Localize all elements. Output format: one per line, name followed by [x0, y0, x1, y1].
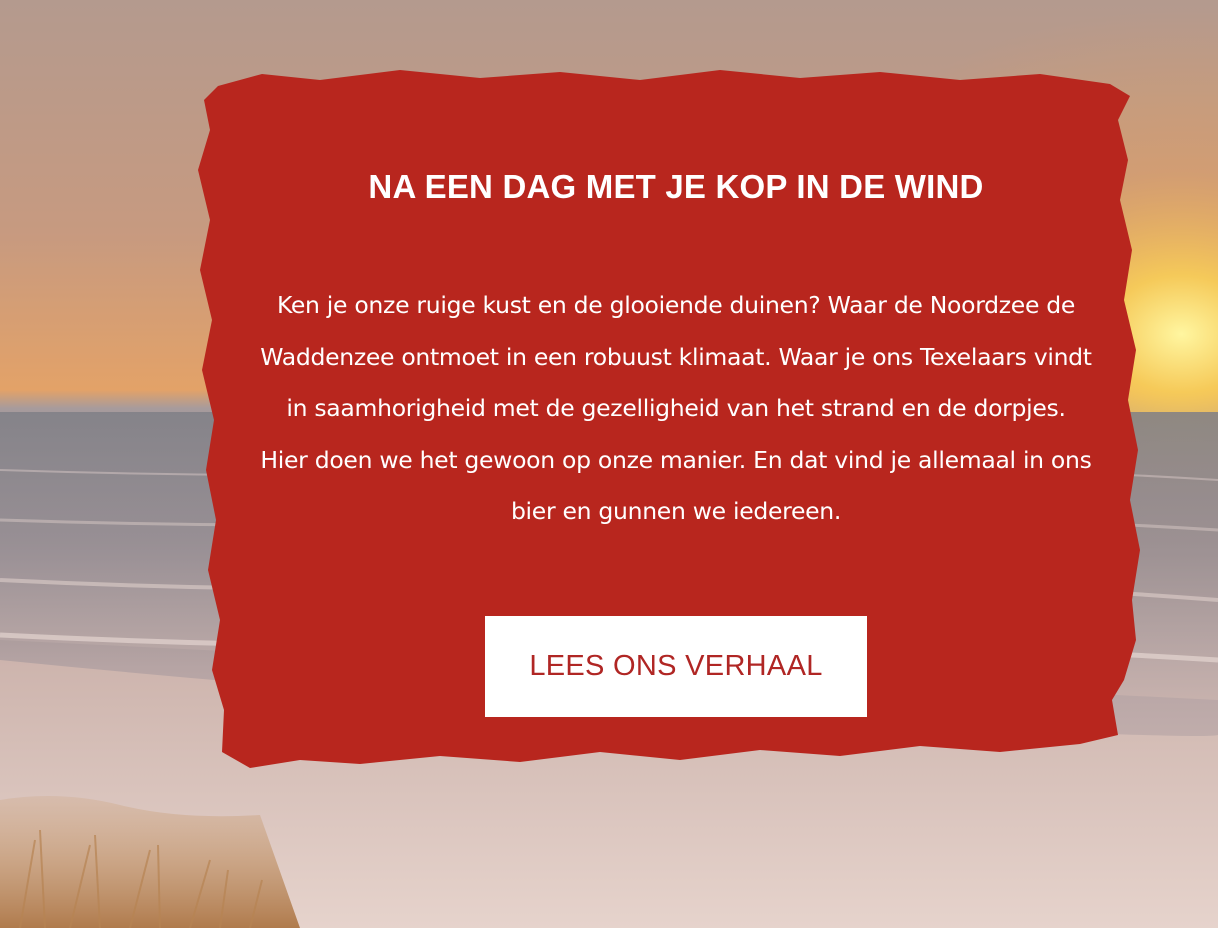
hero-body-text: Ken je onze ruige kust en de glooiende d…	[260, 291, 1092, 525]
hero-title: NA EEN DAG MET JE KOP IN DE WIND	[368, 168, 984, 205]
read-our-story-button[interactable]: LEES ONS VERHAAL	[485, 616, 867, 717]
hero-section: NA EEN DAG MET JE KOP IN DE WIND Ken je …	[0, 0, 1218, 928]
hero-panel: NA EEN DAG MET JE KOP IN DE WIND Ken je …	[225, 100, 1127, 760]
